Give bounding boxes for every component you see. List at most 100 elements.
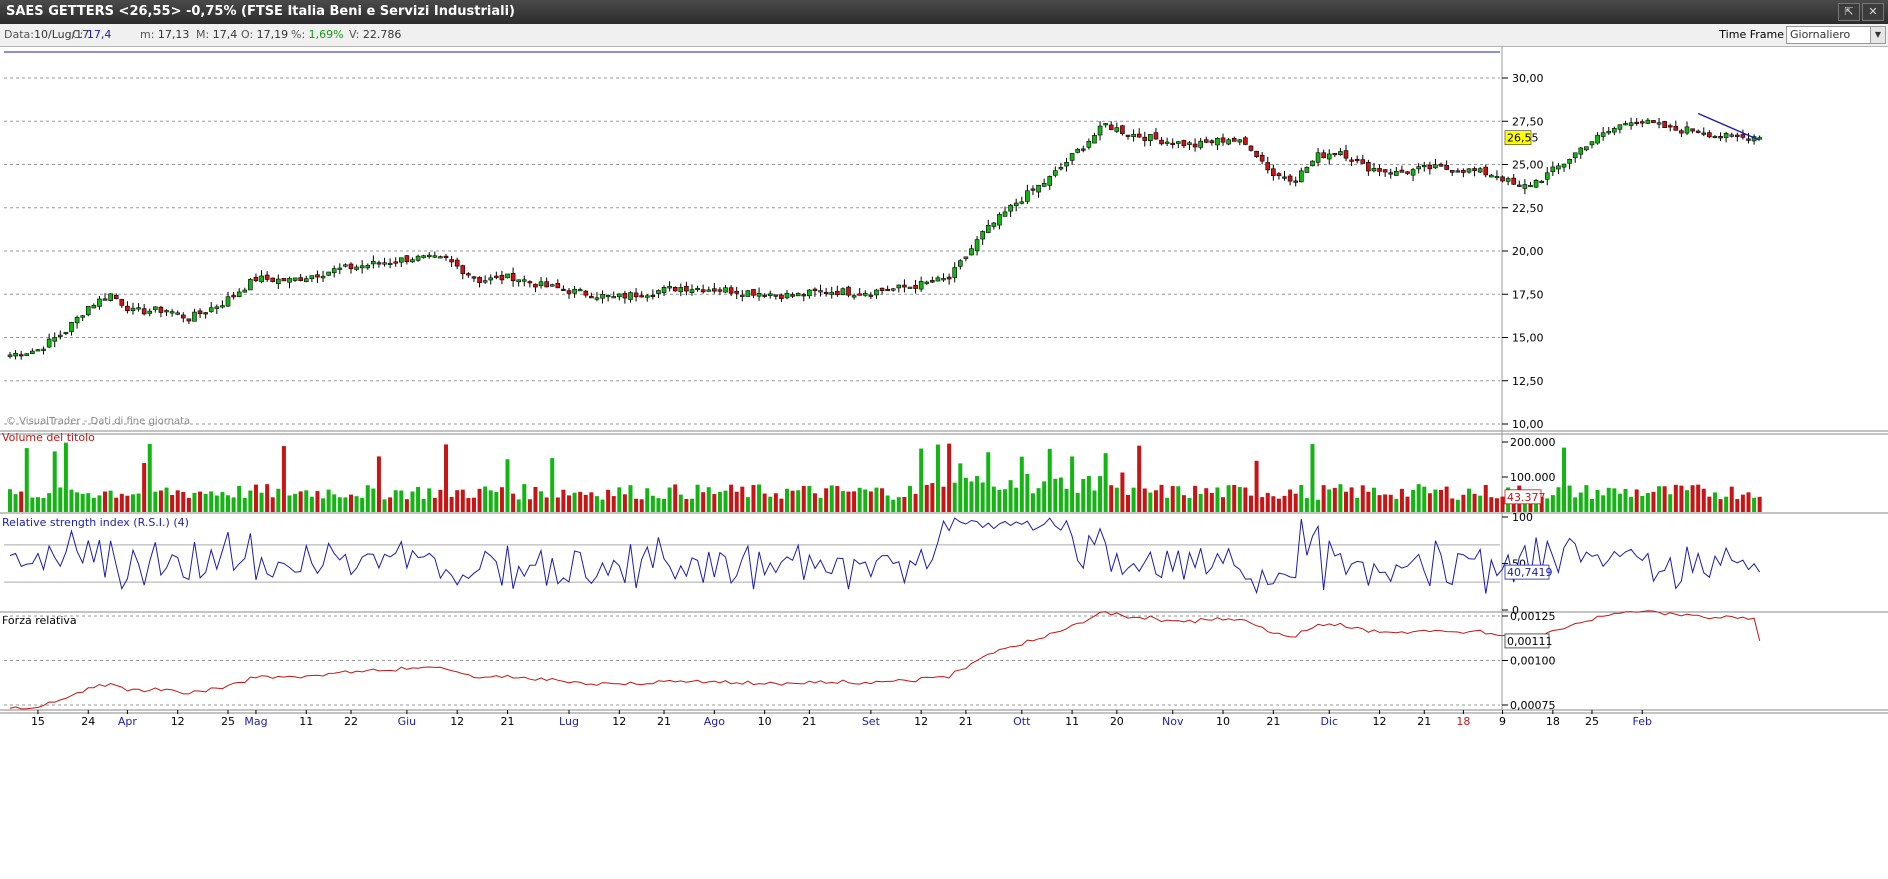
volume-bar — [203, 493, 208, 512]
candle-body — [885, 288, 890, 292]
volume-bar — [1008, 480, 1013, 512]
volume-bar — [885, 495, 890, 512]
volume-bar — [1601, 495, 1606, 512]
volume-bar — [164, 487, 169, 512]
candle-body — [1282, 176, 1287, 179]
candle-body — [337, 267, 343, 270]
candle-body — [136, 307, 141, 310]
volume-bar — [1282, 495, 1287, 512]
candle-body — [499, 274, 505, 281]
price-tick-label: 30,00 — [1512, 72, 1544, 85]
volume-bar — [1081, 478, 1086, 512]
x-tick-label: 20 — [1110, 715, 1124, 728]
volume-bar — [24, 448, 29, 512]
forza-line — [9, 610, 1761, 710]
volume-bar — [1075, 492, 1080, 512]
candle-body — [728, 287, 734, 294]
candle-body — [1354, 159, 1360, 162]
volume-bar — [1679, 485, 1684, 512]
candle-body — [208, 307, 214, 312]
volume-bar — [114, 497, 119, 512]
price-tick-label: 27,50 — [1512, 115, 1544, 128]
restore-icon[interactable]: ⇱ — [1838, 3, 1860, 21]
volume-bar — [550, 458, 555, 512]
volume-bar — [1310, 444, 1315, 512]
volume-bar — [91, 497, 96, 512]
candle-body — [387, 262, 393, 266]
candle-body — [1159, 139, 1164, 145]
candle-body — [1679, 130, 1684, 134]
candle-body — [164, 310, 169, 313]
volume-bar — [1735, 499, 1740, 512]
candle-body — [818, 290, 823, 293]
candle-body — [1533, 179, 1539, 188]
candle-body — [566, 290, 572, 294]
candle-body — [1617, 124, 1623, 130]
candle-body — [1220, 137, 1226, 143]
candle-body — [1120, 125, 1125, 135]
candle-body — [706, 289, 712, 292]
x-tick-label: 12 — [1373, 715, 1387, 728]
candle-body — [1556, 165, 1561, 170]
candle-body — [1735, 134, 1740, 137]
candle-body — [678, 287, 684, 293]
candle-body — [1449, 170, 1455, 173]
volume-bar — [1176, 486, 1181, 512]
candle-body — [1578, 147, 1584, 155]
candle-body — [1394, 171, 1399, 176]
volume-bar — [790, 490, 795, 512]
volume-bar — [1142, 488, 1147, 512]
volume-bar — [863, 489, 868, 512]
x-tick-label: 25 — [221, 715, 235, 728]
volume-bar — [214, 495, 219, 512]
volume-bar — [1271, 496, 1276, 512]
volume-bar — [891, 499, 896, 512]
volume-bar — [1053, 478, 1058, 512]
candle-body — [661, 287, 667, 293]
candle-body — [1589, 141, 1595, 146]
candle-body — [991, 222, 997, 227]
volume-bar — [762, 493, 767, 512]
volume-bar — [768, 496, 773, 512]
volume-bar — [1589, 498, 1594, 512]
candle-body — [443, 255, 449, 259]
timeframe-select[interactable]: Giornaliero ▼ — [1786, 26, 1886, 44]
candle-body — [1170, 142, 1176, 145]
volume-bar — [136, 493, 141, 512]
volume-bar — [1444, 486, 1449, 512]
x-tick-label: 22 — [344, 715, 358, 728]
volume-bar — [147, 444, 152, 512]
volume-bar — [332, 494, 337, 512]
candle-body — [1243, 137, 1248, 145]
volume-bar — [1450, 498, 1455, 512]
volume-bar — [427, 488, 432, 512]
volume-bar — [1752, 497, 1757, 512]
candle-body — [1707, 132, 1712, 138]
volume-bar — [1159, 484, 1164, 512]
volume-bar — [444, 444, 449, 512]
volume-bar — [488, 490, 493, 512]
volume-bar — [1394, 498, 1399, 512]
candle-body — [773, 294, 779, 297]
candle-body — [281, 278, 287, 282]
candle-body — [577, 289, 583, 292]
candle-body — [549, 284, 555, 287]
volume-bar — [108, 490, 113, 512]
volume-bar — [539, 491, 544, 512]
candle-body — [1584, 146, 1589, 151]
candle-body — [1416, 166, 1421, 170]
candle-body — [1276, 173, 1282, 176]
close-icon[interactable]: ✕ — [1862, 3, 1884, 21]
candle-body — [896, 284, 902, 289]
candle-body — [1461, 169, 1466, 173]
candle-body — [488, 277, 494, 281]
candle-body — [1064, 162, 1069, 167]
candle-body — [125, 305, 130, 312]
volume-bar — [1411, 489, 1416, 512]
chart-area[interactable]: 30,00 27,50 25,00 22,50 20,00 17,50 15,00 12,50… — [0, 46, 1888, 879]
timeframe-label: Time Frame — [1719, 28, 1784, 41]
candle-body — [1248, 145, 1254, 151]
candle-body — [700, 289, 706, 293]
candle-body — [91, 305, 97, 309]
candle-body — [1271, 168, 1276, 176]
